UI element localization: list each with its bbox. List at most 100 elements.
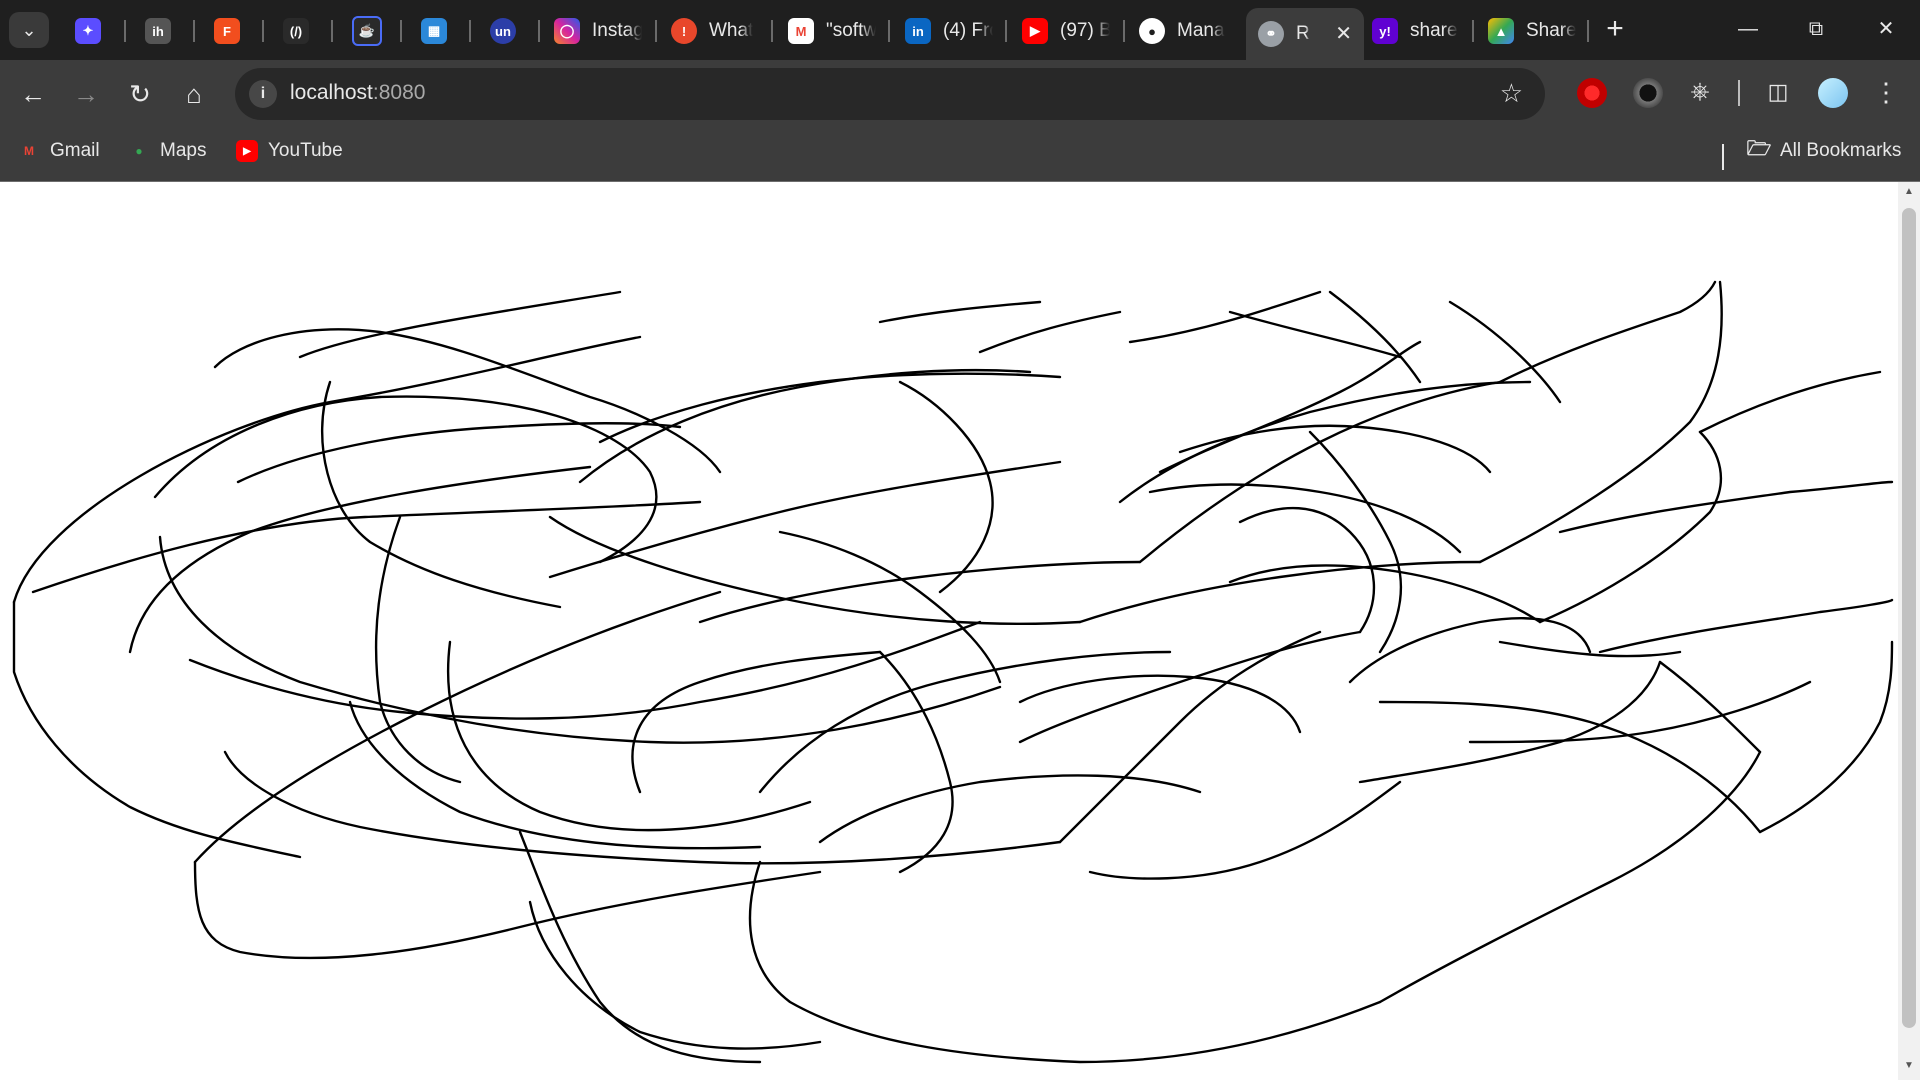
tab-separator	[888, 20, 890, 42]
drawing-canvas[interactable]	[0, 182, 1898, 1080]
url-host: localhost	[290, 81, 373, 104]
compass-icon: ✦	[75, 18, 101, 44]
tab-8[interactable]: ! What	[671, 10, 759, 52]
tab-label: What	[709, 20, 754, 41]
un-icon: un	[490, 18, 516, 44]
tab-9[interactable]: M "softw	[788, 10, 876, 52]
tab-separator	[771, 20, 773, 42]
scribble-stroke	[1758, 640, 1894, 834]
scribble-strokes	[12, 280, 1894, 1064]
scribble-stroke	[193, 860, 822, 960]
restore-icon: ⧉	[1808, 18, 1824, 40]
tab-12[interactable]: ● Mana	[1139, 10, 1227, 52]
scrollbar-thumb[interactable]	[1902, 208, 1916, 1028]
scribble-stroke	[758, 650, 1172, 794]
plus-icon: +	[1606, 12, 1624, 45]
tab-2[interactable]: F	[214, 10, 248, 52]
tab-separator	[331, 20, 333, 42]
tab-label: share	[1410, 20, 1458, 41]
reload-button[interactable]: ↻	[120, 74, 160, 114]
home-button[interactable]: ⌂	[174, 74, 214, 114]
youtube-icon: ▶	[1022, 18, 1048, 44]
bookmarks-bar: M Gmail ● Maps ▶ YouTube 🗁 All Bookmarks	[0, 128, 1920, 182]
all-bookmarks-button[interactable]: 🗁 All Bookmarks	[1747, 138, 1902, 162]
close-window-button[interactable]: ✕	[1866, 14, 1906, 44]
tab-label: Mana	[1177, 20, 1225, 41]
tab-14[interactable]: y! share	[1372, 10, 1460, 52]
scribble-stroke	[1598, 598, 1894, 654]
tab-13-active[interactable]: ⚭ R ✕	[1246, 8, 1364, 60]
tab-search-button[interactable]: ⌄	[9, 12, 49, 48]
scribble-stroke	[188, 620, 982, 720]
scribble-stroke	[446, 640, 812, 832]
dark-extension-icon[interactable]	[1633, 78, 1663, 108]
scribble-stroke	[1558, 480, 1894, 534]
menu-button[interactable]: ⋮	[1866, 72, 1906, 112]
scribble-stroke	[878, 300, 1042, 324]
toolbar-separator	[1738, 80, 1740, 106]
home-icon: ⌂	[186, 79, 202, 109]
tab-3[interactable]: (/)	[283, 10, 317, 52]
drive-icon: ▲	[1488, 18, 1514, 44]
scribble-stroke	[1448, 300, 1562, 404]
bookmark-youtube[interactable]: ▶ YouTube	[236, 140, 343, 162]
scroll-down-arrow-icon[interactable]: ▼	[1903, 1060, 1915, 1072]
tab-label: (4) Fro	[943, 20, 993, 41]
bookmark-star-icon[interactable]: ☆	[1500, 78, 1523, 109]
scribble-stroke	[1468, 680, 1812, 744]
side-panel-button[interactable]: ◫	[1758, 72, 1798, 112]
tab-label: "softw	[826, 20, 876, 41]
scribble-stroke	[236, 422, 682, 484]
tab-separator	[538, 20, 540, 42]
scribble-stroke	[298, 290, 622, 359]
tab-label: R	[1296, 23, 1310, 44]
tab-label: Share	[1526, 20, 1576, 41]
page-viewport: ▲ ▼	[0, 182, 1920, 1080]
tab-4[interactable]: ☕	[352, 10, 386, 52]
scribble-stroke	[1358, 660, 1662, 784]
tab-separator	[1472, 20, 1474, 42]
scribble-stroke	[1088, 780, 1402, 880]
new-tab-button[interactable]: +	[1600, 14, 1630, 44]
profile-avatar[interactable]	[1818, 78, 1848, 108]
tab-15[interactable]: ▲ Share	[1488, 10, 1576, 52]
record-extension-icon[interactable]	[1577, 78, 1607, 108]
scribble-stroke	[1018, 630, 1362, 744]
minimize-icon: —	[1738, 18, 1758, 40]
address-bar[interactable]: i localhost:8080 ☆	[235, 68, 1545, 120]
tab-11[interactable]: ▶ (97) B	[1022, 10, 1110, 52]
scribble-stroke	[528, 900, 822, 1050]
scribble-stroke	[578, 368, 1032, 484]
side-panel-icon: ◫	[1767, 79, 1789, 104]
scribble-stroke	[548, 515, 1082, 626]
vertical-scrollbar[interactable]: ▲ ▼	[1898, 182, 1920, 1080]
close-tab-icon[interactable]: ✕	[1335, 21, 1352, 46]
scribble-stroke	[31, 500, 702, 594]
tab-1[interactable]: ih	[145, 10, 179, 52]
tab-separator	[400, 20, 402, 42]
scribble-stroke	[1308, 430, 1403, 654]
bookmark-gmail[interactable]: M Gmail	[18, 140, 100, 162]
puzzle-icon: ⎈	[1690, 78, 1710, 105]
tab-7[interactable]: ◯ Instag	[554, 10, 642, 52]
forward-button[interactable]: →	[66, 74, 106, 114]
tab-separator	[1123, 20, 1125, 42]
tab-5[interactable]: ▦	[421, 10, 455, 52]
minimize-button[interactable]: —	[1728, 14, 1768, 44]
restore-button[interactable]: ⧉	[1796, 14, 1836, 44]
tab-10[interactable]: in (4) Fro	[905, 10, 993, 52]
close-icon: ✕	[1877, 18, 1895, 40]
scribble-stroke	[1228, 310, 1402, 359]
site-info-icon[interactable]: i	[249, 80, 277, 108]
back-button[interactable]: ←	[13, 74, 53, 114]
scroll-up-arrow-icon[interactable]: ▲	[1903, 186, 1915, 198]
tab-separator	[124, 20, 126, 42]
tab-6[interactable]: un	[490, 10, 524, 52]
tab-0[interactable]: ✦	[75, 10, 109, 52]
globe-icon: ⚭	[1258, 21, 1284, 47]
scribble-stroke	[12, 600, 302, 859]
bookmark-maps[interactable]: ● Maps	[128, 140, 206, 162]
address-url: localhost:8080	[290, 81, 425, 105]
extensions-button[interactable]: ⎈	[1680, 72, 1720, 112]
code-icon: (/)	[283, 18, 309, 44]
